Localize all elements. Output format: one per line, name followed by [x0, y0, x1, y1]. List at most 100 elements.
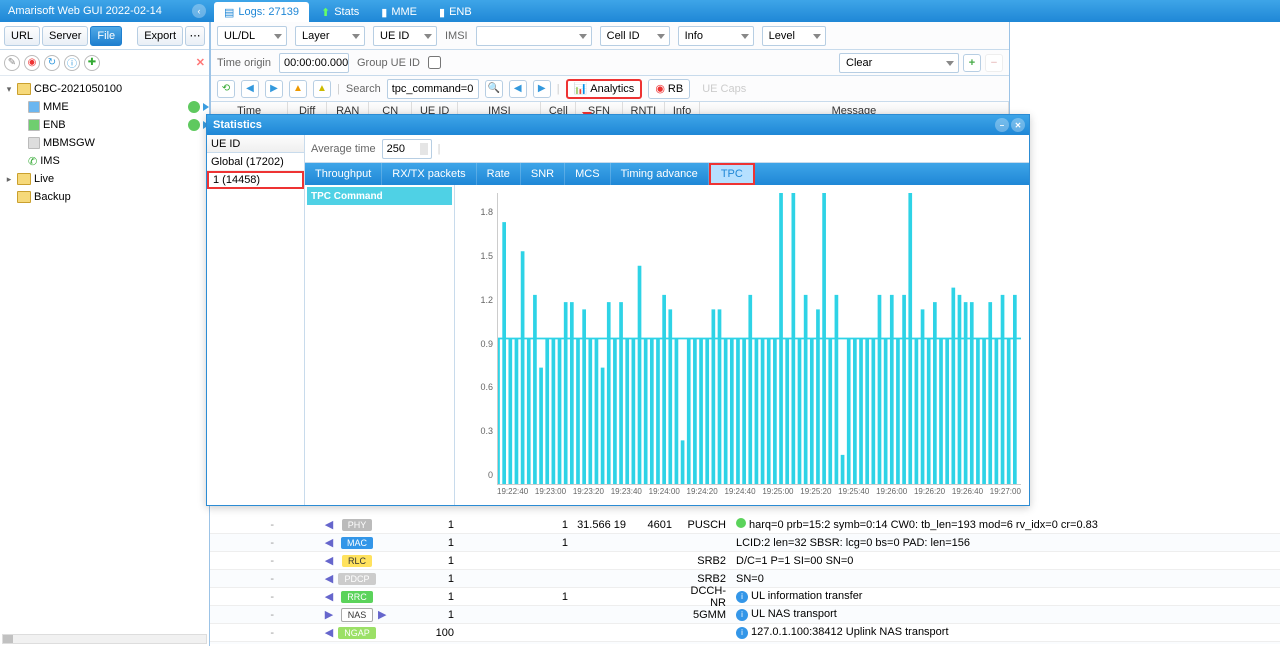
log-row[interactable]: -◀NGAP100i127.0.1.100:38412 Uplink NAS t…	[210, 624, 1280, 642]
ue-item-global[interactable]: Global (17202)	[207, 153, 304, 171]
main-area: ▤Logs: 27139 ⬆Stats ▮MME ▮ENB UL/DL Laye…	[210, 0, 1280, 646]
log-table: -◀PHY1131.566 19 4601PUSCHharq=0 prb=15:…	[210, 516, 1280, 644]
search-label: Search	[346, 83, 381, 95]
tree-node-mbmsgw[interactable]: MBMSGW	[0, 134, 209, 152]
log-row[interactable]: -◀MAC11LCID:2 len=32 SBSR: lcg=0 bs=0 PA…	[210, 534, 1280, 552]
tree-live[interactable]: ▸ Live	[0, 170, 209, 188]
log-row[interactable]: -◀RLC1SRB2D/C=1 P=1 SI=00 SN=0	[210, 552, 1280, 570]
ueid-dropdown[interactable]: UE ID	[373, 26, 437, 46]
ue-list: UE ID Global (17202) 1 (14458)	[207, 135, 305, 505]
dir-icon: ◀	[324, 626, 334, 639]
tree-node-mme[interactable]: MME	[0, 98, 209, 116]
toggle-icon[interactable]: ▸	[4, 174, 14, 185]
export-button[interactable]: Export	[137, 26, 183, 46]
scroll-thumb[interactable]	[3, 635, 13, 643]
tab-logs[interactable]: ▤Logs: 27139	[214, 2, 309, 22]
stat-tab-rxtxpackets[interactable]: RX/TX packets	[382, 163, 476, 185]
stop-icon[interactable]: ◉	[24, 55, 40, 71]
layer-dropdown[interactable]: Layer	[295, 26, 365, 46]
info-icon[interactable]: ⓘ	[64, 55, 80, 71]
tree-node-ims[interactable]: ✆ IMS	[0, 152, 209, 170]
tree-label: Backup	[34, 191, 71, 203]
close-panel-icon[interactable]: ✕	[196, 56, 205, 69]
tab-mme[interactable]: ▮MME	[371, 2, 427, 22]
folder-icon	[17, 191, 31, 203]
tab-stats[interactable]: ⬆Stats	[311, 2, 369, 22]
legend-item[interactable]: TPC Command	[307, 187, 452, 205]
layer-tag: NAS	[341, 608, 374, 622]
close-icon[interactable]: ✕	[1011, 118, 1025, 132]
clear-dropdown[interactable]: Clear	[839, 53, 959, 73]
info-dropdown[interactable]: Info	[678, 26, 754, 46]
warn-icon[interactable]: ▲	[289, 80, 307, 98]
analytics-button[interactable]: 📊Analytics	[566, 79, 643, 99]
log-row[interactable]: -◀PHY1131.566 19 4601PUSCHharq=0 prb=15:…	[210, 516, 1280, 534]
layer-tag: MAC	[341, 537, 373, 549]
nav-first-icon[interactable]: ⟲	[217, 80, 235, 98]
export-more-button[interactable]: ⋯	[185, 26, 205, 46]
file-button[interactable]: File	[90, 26, 122, 46]
y-tick: 0.3	[480, 426, 493, 436]
toggle-icon[interactable]	[4, 192, 14, 202]
status-ok-icon	[188, 119, 200, 131]
minimize-icon[interactable]: –	[995, 118, 1009, 132]
stat-tab-throughput[interactable]: Throughput	[305, 163, 382, 185]
y-tick: 0.6	[480, 382, 493, 392]
alert-icon[interactable]: ▲	[313, 80, 331, 98]
stat-tab-timingadvance[interactable]: Timing advance	[611, 163, 709, 185]
add-icon[interactable]: ✚	[84, 55, 100, 71]
remove-filter-button[interactable]: −	[985, 54, 1003, 72]
h-scrollbar[interactable]	[2, 634, 207, 644]
stat-tab-tpc[interactable]: TPC	[709, 163, 755, 185]
ue-item-selected[interactable]: 1 (14458)	[207, 171, 304, 189]
x-tick: 19:23:00	[535, 487, 566, 503]
rb-button[interactable]: ◉RB	[648, 79, 690, 99]
filter-bar-2: Time origin 00:00:00.000 Group UE ID Cle…	[211, 50, 1009, 76]
nav-prev-icon[interactable]: ◀	[241, 80, 259, 98]
dd-label: Layer	[302, 30, 330, 42]
tree-backup[interactable]: Backup	[0, 188, 209, 206]
level-dropdown[interactable]: Level	[762, 26, 826, 46]
refresh-icon[interactable]: ↻	[44, 55, 60, 71]
uldl-dropdown[interactable]: UL/DL	[217, 26, 287, 46]
search-input[interactable]	[387, 79, 479, 99]
log-row[interactable]: -◀RLC1SRB2D/C=0 CPT=0 ACK_SN=1	[210, 642, 1280, 644]
play-icon[interactable]	[203, 103, 209, 111]
group-checkbox[interactable]	[428, 56, 441, 69]
tree-node-enb[interactable]: ENB	[0, 116, 209, 134]
log-row[interactable]: -◀RRC11DCCH-NRiUL information transfer	[210, 588, 1280, 606]
stat-tab-rate[interactable]: Rate	[477, 163, 521, 185]
cellid-dropdown[interactable]: Cell ID	[600, 26, 670, 46]
stats-titlebar[interactable]: Statistics – ✕	[207, 115, 1029, 135]
server-button[interactable]: Server	[42, 26, 88, 46]
binoculars-icon[interactable]: 🔍	[485, 80, 503, 98]
tree-root[interactable]: ▾ CBC-2021050100	[0, 80, 209, 98]
node-icon	[28, 137, 40, 149]
filter-icon[interactable]: ✎	[4, 55, 20, 71]
url-button[interactable]: URL	[4, 26, 40, 46]
add-filter-button[interactable]: +	[963, 54, 981, 72]
avg-bar: Average time 250 |	[305, 135, 1029, 163]
avg-spinner[interactable]: 250	[382, 139, 432, 159]
stat-tab-mcs[interactable]: MCS	[565, 163, 610, 185]
stat-tab-snr[interactable]: SNR	[521, 163, 565, 185]
toggle-icon[interactable]: ▾	[4, 84, 14, 95]
tab-label: Logs: 27139	[238, 6, 299, 18]
search-next-icon[interactable]: ▶	[533, 80, 551, 98]
nav-next-icon[interactable]: ▶	[265, 80, 283, 98]
input-value: 00:00:00.000	[284, 57, 348, 69]
stat-tabs: ThroughputRX/TX packetsRateSNRMCSTiming …	[305, 163, 1029, 185]
log-row[interactable]: -▶NAS▶15GMMiUL NAS transport	[210, 606, 1280, 624]
y-tick: 1.8	[480, 207, 493, 217]
imsi-dropdown[interactable]	[476, 26, 592, 46]
stats-icon: ⬆	[321, 6, 330, 19]
search-bar: ⟲ ◀ ▶ ▲ ▲ | Search 🔍 ◀ ▶ | 📊Analytics ◉R…	[211, 76, 1009, 102]
tree: ▾ CBC-2021050100 MME ENB MBMSGW ✆ IMS ▸	[0, 76, 209, 210]
layer-tag: RRC	[341, 591, 373, 603]
tab-enb[interactable]: ▮ENB	[429, 2, 482, 22]
log-row[interactable]: -◀PDCP1SRB2SN=0	[210, 570, 1280, 588]
layer-tag: PHY	[342, 519, 373, 531]
collapse-panel-icon[interactable]: ‹	[192, 4, 206, 18]
time-origin-input[interactable]: 00:00:00.000	[279, 53, 349, 73]
search-prev-icon[interactable]: ◀	[509, 80, 527, 98]
